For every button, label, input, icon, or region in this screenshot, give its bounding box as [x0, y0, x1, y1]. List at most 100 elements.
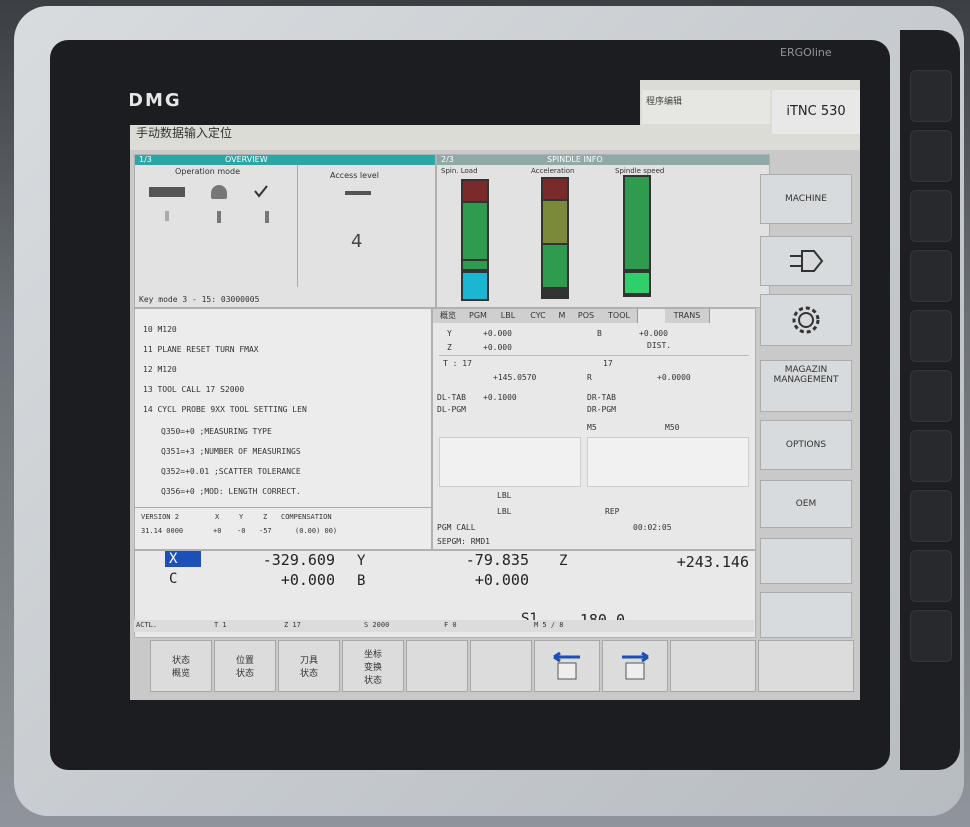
dl-pgm-label: DL-PGM [437, 405, 466, 414]
key-mode: Key mode 3 - 15: 03000005 [139, 295, 260, 304]
control-name: iTNC 530 [772, 90, 860, 134]
level-tick [217, 211, 221, 223]
access-level-label: Access level [330, 171, 379, 180]
oem-softkey[interactable]: OEM [760, 480, 852, 528]
blank-softkey[interactable] [760, 538, 852, 584]
blank-softkey[interactable] [760, 592, 852, 638]
program-line[interactable]: Q356=+0 ;MOD: LENGTH CORRECT. [161, 487, 301, 496]
acceleration-label: Acceleration [531, 167, 575, 175]
program-edit-mode[interactable]: 程序编辑 [642, 90, 770, 124]
spindle-info-panel: 2/3 SPINDLE INFO Spin. Load Acceleration… [436, 154, 770, 308]
status-overview-softkey[interactable]: 状态 概览 [150, 640, 212, 692]
hardware-key[interactable] [910, 70, 952, 122]
divider [439, 355, 749, 356]
y-label: Y [447, 329, 452, 338]
program-line[interactable]: Q352=+0.01 ;SCATTER TOLERANCE [161, 467, 301, 476]
hardware-key[interactable] [910, 250, 952, 302]
blank-softkey[interactable] [406, 640, 468, 692]
dl-tab-value: +0.1000 [483, 393, 517, 402]
spindle-speed-bar [623, 175, 651, 297]
blank-softkey[interactable] [470, 640, 532, 692]
hardware-key[interactable] [910, 370, 952, 422]
sepgm-label: SEPGM: RMD1 [437, 537, 490, 546]
axis-x-label[interactable]: X [165, 551, 201, 567]
tab-pgm[interactable]: PGM [463, 309, 494, 323]
blank-softkey[interactable] [758, 640, 854, 692]
program-line[interactable]: 11 PLANE RESET TURN FMAX [143, 345, 259, 354]
program-line[interactable]: 14 CYCL PROBE 9XX TOOL SETTING LEN [143, 405, 307, 414]
tab-overview[interactable]: 概览 [433, 309, 464, 323]
dr-tab-label: DR-TAB [587, 393, 616, 402]
machine-softkey[interactable]: MACHINE [760, 174, 852, 224]
plug-softkey[interactable] [760, 236, 852, 286]
level-tick [265, 211, 269, 223]
status-line: ACTL. T 1 Z 17 S 2000 F 0 M 5 / 8 [134, 620, 754, 632]
dr-pgm-label: DR-PGM [587, 405, 616, 414]
pgm-call-label: PGM CALL [437, 523, 476, 532]
gear-icon [792, 306, 820, 334]
program-line[interactable]: 13 TOOL CALL 17 S2000 [143, 385, 244, 394]
hardware-key[interactable] [910, 610, 952, 662]
tab-tool[interactable]: TOOL [601, 309, 638, 323]
access-level-value: 4 [351, 231, 363, 252]
axis-c-label: C [169, 571, 178, 587]
cnc-screen: DMG 手动数据输入定位 程序编辑 iTNC 530 1/3 OVERVIEW … [130, 80, 860, 700]
z-label: Z [447, 343, 452, 352]
axis-y-label: Y [357, 553, 366, 569]
comp-z-label: Z [263, 513, 268, 521]
overview-panel: 1/3 OVERVIEW Operation mode Access level… [134, 154, 436, 308]
acceleration-bar [541, 177, 569, 299]
radius-value: +0.0000 [657, 373, 691, 382]
next-softkey[interactable] [602, 640, 668, 692]
coordinate-transform-softkey[interactable]: 坐标 变换 状态 [342, 640, 404, 692]
overview-header: 1/3 OVERVIEW [135, 155, 435, 165]
spindle-info-header: 2/3 SPINDLE INFO [437, 155, 769, 165]
b-value: +0.000 [639, 329, 668, 338]
tab-m[interactable]: M [553, 309, 572, 323]
program-line[interactable]: 12 M120 [143, 365, 177, 374]
y-value: +0.000 [483, 329, 512, 338]
status-date: 31.14 0000 [141, 527, 184, 535]
lbl-label: LBL [497, 491, 512, 500]
options-softkey[interactable]: OPTIONS [760, 420, 852, 470]
program-line[interactable]: Q351=+3 ;NUMBER OF MEASURINGS [161, 447, 301, 456]
version-label: VERSION 2 [141, 513, 179, 521]
program-line[interactable]: Q350=+0 ;MEASURING TYPE [161, 427, 272, 436]
b-label: B [597, 329, 602, 338]
arrow-right-doc-icon [622, 651, 649, 680]
m-function-box [439, 437, 581, 487]
key-icon [345, 191, 371, 195]
prev-softkey[interactable] [534, 640, 600, 692]
spindle-icon [211, 185, 227, 199]
tab-cyc[interactable]: CYC [523, 309, 554, 323]
axis-b-label: B [357, 573, 366, 589]
comp-y-label: Y [239, 513, 244, 521]
coolant-box [587, 437, 749, 487]
comp-x-val: +0 [213, 527, 222, 535]
plug-icon [790, 250, 824, 272]
hardware-key[interactable] [910, 130, 952, 182]
hardware-key[interactable] [910, 310, 952, 362]
spin-load-label: Spin. Load [441, 167, 478, 175]
blank-softkey[interactable] [670, 640, 756, 692]
settings-softkey[interactable] [760, 294, 852, 346]
tab-pos[interactable]: POS [571, 309, 602, 323]
machine-icon [149, 187, 185, 197]
divider [135, 507, 431, 508]
magazin-management-softkey[interactable]: MAGAZIN MANAGEMENT [760, 360, 852, 412]
tab-trans[interactable]: TRANS [665, 309, 710, 323]
check-icon [254, 185, 268, 198]
hardware-key[interactable] [910, 430, 952, 482]
position-status-softkey[interactable]: 位置 状态 [214, 640, 276, 692]
operation-mode-label: Operation mode [175, 167, 241, 176]
status-panel: 概览 PGM LBL CYC M POS TOOL TRANS Y +0.000… [432, 308, 756, 550]
mode-title: 手动数据输入定位 [136, 126, 233, 140]
tool-status-softkey[interactable]: 刀具 状态 [278, 640, 340, 692]
hardware-key-column [900, 30, 960, 770]
rep-label: REP [605, 507, 620, 516]
hardware-key[interactable] [910, 190, 952, 242]
program-line[interactable]: 10 M120 [143, 325, 177, 334]
hardware-key[interactable] [910, 550, 952, 602]
tab-lbl[interactable]: LBL [493, 309, 524, 323]
hardware-key[interactable] [910, 490, 952, 542]
